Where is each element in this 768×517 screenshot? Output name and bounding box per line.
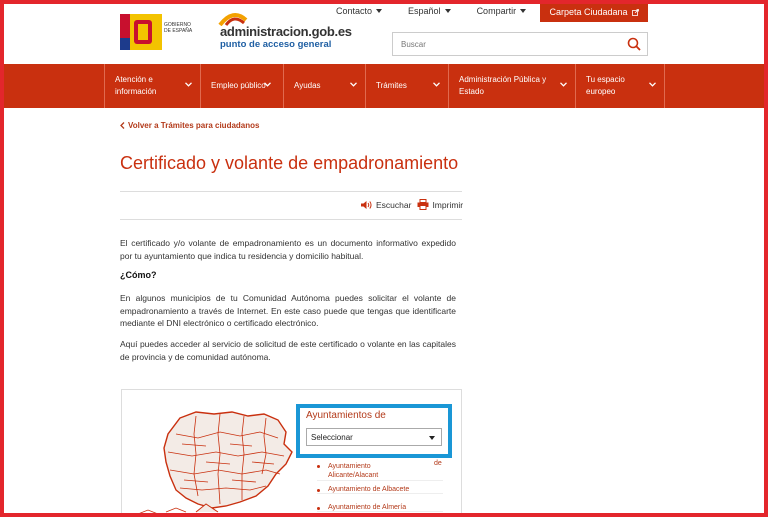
bullet-icon <box>317 465 320 468</box>
bullet-icon <box>317 489 320 492</box>
nav-item-tramites[interactable]: Trámites <box>366 64 449 108</box>
chevron-down-icon <box>433 82 440 87</box>
como-paragraph: En algunos municipios de tu Comunidad Au… <box>120 293 456 328</box>
gobierno-logo[interactable]: GOBIERNO DE ESPAÑA <box>120 14 198 50</box>
chevron-down-icon <box>350 82 357 87</box>
top-links: Contacto Español Compartir <box>336 6 552 16</box>
nav-item-empleo[interactable]: Empleo público <box>201 64 284 108</box>
portal-logo[interactable]: administracion.gob.es punto de acceso ge… <box>212 12 352 50</box>
chevron-down-icon <box>185 82 192 87</box>
portal-title: administracion.gob.es <box>220 24 352 39</box>
page-title: Certificado y volante de empadronamiento <box>120 153 459 173</box>
chevron-down-icon <box>560 82 567 87</box>
site-header: GOBIERNO DE ESPAÑA administracion.gob.es… <box>104 0 664 64</box>
ayuntamientos-widget: Ayuntamientos de Seleccionar de Ayuntami… <box>121 389 462 517</box>
page-actions: Escuchar Imprimir <box>360 199 463 210</box>
section-heading-como: ¿Cómo? <box>120 270 157 280</box>
bullet-icon <box>317 507 320 510</box>
intro-paragraph: El certificado y/o volante de empadronam… <box>120 238 456 261</box>
speaker-icon <box>361 200 372 209</box>
divider <box>120 219 462 220</box>
chevron-down-icon <box>649 82 656 87</box>
selector-title: Ayuntamientos de <box>306 410 386 421</box>
chevron-left-icon <box>120 122 125 129</box>
caret-down-icon <box>376 9 383 13</box>
caret-down-icon <box>429 436 435 440</box>
list-item[interactable]: Ayuntamiento Alicante/Alacant <box>317 462 443 481</box>
nav-item-europeo[interactable]: Tu espacio europeo <box>576 64 665 108</box>
escudo-icon <box>120 14 162 50</box>
search-input[interactable]: Buscar <box>392 32 648 56</box>
carpeta-ciudadana-button[interactable]: Carpeta Ciudadana <box>540 2 648 22</box>
printer-icon <box>417 199 429 210</box>
print-button[interactable]: Imprimir <box>417 199 463 210</box>
ayuntamientos-selector: Ayuntamientos de Seleccionar <box>296 404 452 458</box>
spain-map-icon[interactable] <box>136 404 306 517</box>
access-paragraph: Aquí puedes acceder al servicio de solic… <box>120 339 456 362</box>
external-link-icon <box>631 8 639 16</box>
compartir-link[interactable]: Compartir <box>477 6 527 16</box>
chevron-down-icon <box>264 82 271 87</box>
search-icon[interactable] <box>627 37 641 51</box>
nav-item-atencion[interactable]: Atención e información <box>104 64 201 108</box>
caret-down-icon <box>444 9 451 13</box>
divider <box>120 191 462 192</box>
ayuntamiento-select[interactable]: Seleccionar <box>306 428 442 446</box>
list-item[interactable]: Ayuntamiento de Albacete <box>317 486 443 494</box>
search-placeholder: Buscar <box>401 40 426 49</box>
portal-subtitle: punto de acceso general <box>220 39 332 50</box>
language-link[interactable]: Español <box>408 6 451 16</box>
nav-item-administracion[interactable]: Administración Pública y Estado <box>449 64 576 108</box>
listen-button[interactable]: Escuchar <box>360 200 411 210</box>
contacto-link[interactable]: Contacto <box>336 6 383 16</box>
list-item[interactable]: Ayuntamiento de Almería <box>317 504 443 512</box>
caret-down-icon <box>520 9 527 13</box>
main-nav: Atención e información Empleo público Ay… <box>4 64 764 108</box>
gov-logo-text: GOBIERNO DE ESPAÑA <box>164 22 193 34</box>
back-link[interactable]: Volver a Trámites para ciudadanos <box>120 121 259 130</box>
nav-item-ayudas[interactable]: Ayudas <box>284 64 366 108</box>
